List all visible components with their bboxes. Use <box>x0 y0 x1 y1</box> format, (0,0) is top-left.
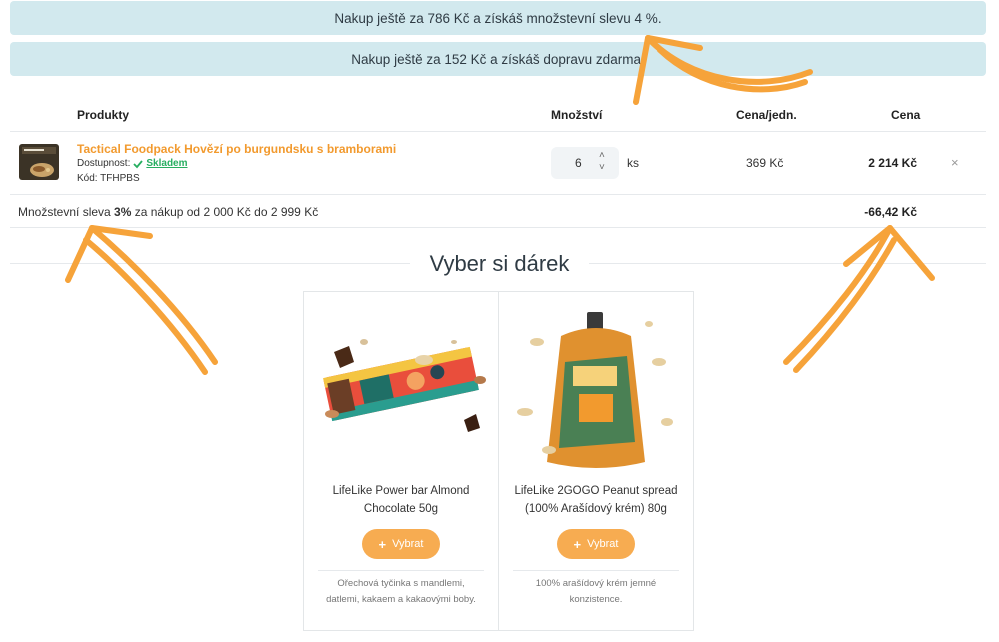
product-name-link[interactable]: Tactical Foodpack Hovězí po burgundsku s… <box>77 142 396 156</box>
discount-percent: 3% <box>114 205 132 219</box>
card-divider <box>318 570 484 571</box>
product-code: Kód: TFHPBS <box>77 173 140 184</box>
chevron-down-icon[interactable]: ˅ <box>599 163 605 173</box>
card-divider <box>513 570 679 571</box>
chevron-up-icon[interactable]: ˄ <box>599 151 605 161</box>
gift-description-line-1: 100% arašídový krém jemné <box>535 578 657 589</box>
plus-icon: + <box>573 536 582 552</box>
gift-name: LifeLike Power bar Almond Chocolate 50g <box>314 482 488 518</box>
power-bar-product-image <box>323 339 486 432</box>
gift-description-line-1: Ořechová tyčinka s mandlemi, <box>337 578 465 589</box>
divider <box>10 194 986 195</box>
select-gift-button[interactable]: + Vybrat <box>362 529 440 559</box>
column-header-quantity: Množství <box>551 108 603 122</box>
gift-description: 100% arašídový krém jemné konzistence. <box>509 576 683 608</box>
unit-price: 369 Kč <box>746 156 784 170</box>
gift-description: Ořechová tyčinka s mandlemi, datlemi, ka… <box>314 576 488 608</box>
gift-name-line-2: Chocolate 50g <box>363 503 439 515</box>
select-gift-label: Vybrat <box>392 538 424 550</box>
divider <box>10 131 986 132</box>
column-header-unit-price: Cena/jedn. <box>736 108 797 122</box>
annotation-arrow-left <box>65 225 218 375</box>
gift-description-line-2: konzistence. <box>569 594 623 605</box>
gift-name-line-1: LifeLike 2GOGO Peanut spread <box>514 485 678 497</box>
quantity-discount-text: Množstevní sleva 3% za nákup od 2 000 Kč… <box>18 205 318 219</box>
gift-description-line-2: datlemi, kakaem a kakaovými boby. <box>326 594 476 605</box>
peanut-spread-product-image <box>517 312 673 468</box>
discount-suffix: za nákup od 2 000 Kč do 2 999 Kč <box>131 205 319 219</box>
gift-card: LifeLike Power bar Almond Chocolate 50g … <box>303 291 499 631</box>
discount-banner-text: Nakup ještě za 786 Kč a získáš množstevn… <box>334 10 662 26</box>
remove-item-close-icon[interactable]: × <box>951 155 959 170</box>
discount-value: -66,42 Kč <box>864 205 917 219</box>
column-header-products: Produkty <box>77 108 130 122</box>
gift-card: LifeLike 2GOGO Peanut spread (100% Araší… <box>498 291 694 631</box>
availability: Dostupnost: Skladem <box>77 158 188 169</box>
discount-progress-banner: Nakup ještě za 786 Kč a získáš množstevn… <box>10 1 986 35</box>
discount-prefix: Množstevní sleva <box>18 205 115 219</box>
availability-label: Dostupnost: <box>77 158 131 169</box>
line-total-price: 2 214 Kč <box>868 156 917 170</box>
gift-name: LifeLike 2GOGO Peanut spread (100% Araší… <box>509 482 683 518</box>
annotation-arrow-right <box>783 225 935 373</box>
product-thumbnail[interactable] <box>18 142 60 182</box>
column-header-price: Cena <box>891 108 921 122</box>
select-gift-button[interactable]: + Vybrat <box>557 529 635 559</box>
shipping-banner-text: Nakup ještě za 152 Kč a získáš dopravu z… <box>351 51 645 67</box>
divider <box>10 227 986 228</box>
select-gift-label: Vybrat <box>587 538 619 550</box>
free-shipping-banner: Nakup ještě za 152 Kč a získáš dopravu z… <box>10 42 986 76</box>
quantity-unit: ks <box>627 156 639 170</box>
plus-icon: + <box>378 536 387 552</box>
gift-name-line-1: LifeLike Power bar Almond <box>332 485 470 497</box>
quantity-stepper[interactable]: 6 ˄ ˅ <box>551 147 619 179</box>
quantity-input[interactable]: 6 <box>575 156 582 170</box>
gift-name-line-2: (100% Arašídový krém) 80g <box>525 503 667 515</box>
check-icon <box>133 159 144 168</box>
gift-section-title: Vyber si dárek <box>429 251 570 276</box>
availability-status[interactable]: Skladem <box>146 158 187 169</box>
